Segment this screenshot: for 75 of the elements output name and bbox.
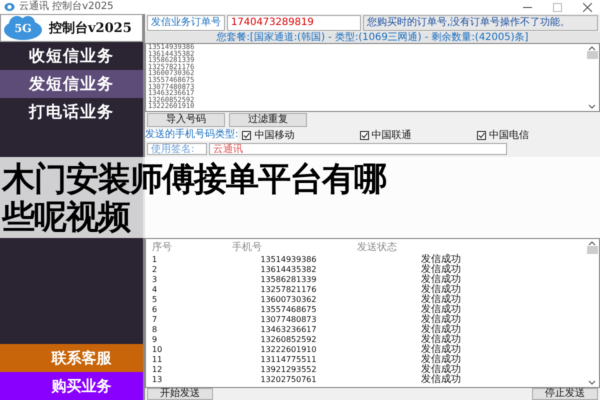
order-hint: 您购买时的订单号,没有订单号操作不了功能。 [363, 15, 598, 31]
table-cell-text: 13586281339 [260, 275, 318, 285]
table-cell-text: 发信成功 [420, 275, 462, 285]
send-button[interactable]: 停止发送 [532, 388, 598, 400]
table-cell-text: 发信成功 [420, 365, 462, 375]
column-header: 手机号 [231, 240, 263, 254]
close-icon[interactable] [582, 2, 592, 12]
window-title: 云通讯 控制台v2025 [19, 2, 114, 12]
carrier-label: 发送的手机号码类型: [145, 129, 238, 141]
column-header: 序号 [151, 240, 173, 254]
table-cell-text: 发信成功 [420, 315, 462, 325]
table-cell-text: 发信成功 [420, 335, 462, 345]
table-cell-text: 12 [151, 365, 164, 375]
table-cell-text: 6 [151, 305, 158, 315]
checkbox-label: 中国联通 [372, 128, 412, 142]
column-header: 发送状态 [356, 240, 398, 254]
logo-title: 控制台v2025 [49, 20, 132, 37]
table-cell-text: 发信成功 [420, 375, 462, 385]
sidebar-item[interactable]: 打电话业务 [0, 98, 143, 126]
table-cell-text: 发信成功 [420, 285, 462, 295]
send-button[interactable]: 开始发送 [147, 388, 213, 400]
table-cell-text: 13921293552 [260, 365, 318, 375]
table-cell-text: 13 [151, 375, 164, 385]
sidebar-item[interactable]: 收短信业务 [0, 42, 143, 70]
sidebar-button[interactable]: 联系客服 [0, 344, 143, 372]
table-cell-text: 5 [151, 295, 158, 305]
table-cell-text: 8 [151, 325, 158, 335]
table-cell-text: 13257821176 [260, 285, 318, 295]
table-cell-text: 发信成功 [420, 255, 462, 265]
toolbar-button[interactable]: 过滤重复 [229, 113, 307, 127]
sidebar-item[interactable]: 发短信业务 [0, 70, 143, 98]
checkbox[interactable] [242, 130, 252, 140]
table-cell-text: 13557468675 [260, 305, 318, 315]
table-cell-text: 13202750761 [260, 375, 318, 385]
table-cell-text: 10 [151, 345, 164, 355]
checkbox[interactable] [360, 130, 369, 140]
scrollbar-thumb[interactable] [586, 51, 598, 59]
signature-label: 使用签名: [147, 143, 207, 155]
table-cell-text: 13514939386 [260, 255, 318, 265]
table-cell-text: 7 [151, 315, 158, 325]
table-cell-text: 3 [151, 275, 158, 285]
signature-field[interactable]: 云通讯 [209, 143, 507, 155]
minimize-icon[interactable] [522, 6, 532, 8]
table-cell-text: 13600730362 [260, 295, 318, 305]
table-cell-text: 13222601910 [260, 345, 318, 355]
table-cell-text: 9 [151, 335, 158, 345]
table-cell-text: 11 [151, 355, 164, 365]
table-cell-text: 13114775511 [260, 355, 318, 365]
order-label: 发信业务订单号 [147, 15, 225, 31]
table-cell-text: 发信成功 [420, 295, 462, 305]
table-cell-text: 发信成功 [420, 345, 462, 355]
scrollbar-thumb[interactable] [586, 246, 598, 254]
caption-text: 木门安装师傅接单平台有哪些呢视频 [2, 160, 388, 236]
order-field[interactable]: 1740473289819 [227, 15, 361, 31]
scroll-up-icon[interactable] [588, 46, 596, 51]
scroll-down-icon[interactable] [588, 380, 596, 385]
table-cell-text: 13614435382 [260, 265, 318, 275]
table-cell-text: 4 [151, 285, 158, 295]
scroll-up-icon[interactable] [588, 241, 596, 246]
table-cell-text: 发信成功 [420, 325, 462, 335]
scroll-down-icon[interactable] [588, 104, 596, 109]
sidebar-button[interactable]: 购买业务 [0, 372, 143, 400]
table-cell-text: 13463236617 [260, 325, 318, 335]
table-cell-text: 发信成功 [420, 265, 462, 275]
table-cell-text: 2 [151, 265, 158, 275]
cloud-logo: 5G [3, 15, 43, 41]
checkbox-label: 中国移动 [254, 128, 294, 142]
table-cell-text: 1 [151, 255, 158, 265]
table-cell-text: 13077480873 [260, 315, 318, 325]
table-cell-text: 发信成功 [420, 305, 462, 315]
toolbar-button[interactable]: 导入号码 [147, 113, 225, 127]
table-cell-text: 发信成功 [420, 355, 462, 365]
checkbox[interactable] [476, 130, 486, 140]
checkbox-label: 中国电信 [488, 128, 529, 142]
table-cell-text: 13260852592 [260, 335, 318, 345]
